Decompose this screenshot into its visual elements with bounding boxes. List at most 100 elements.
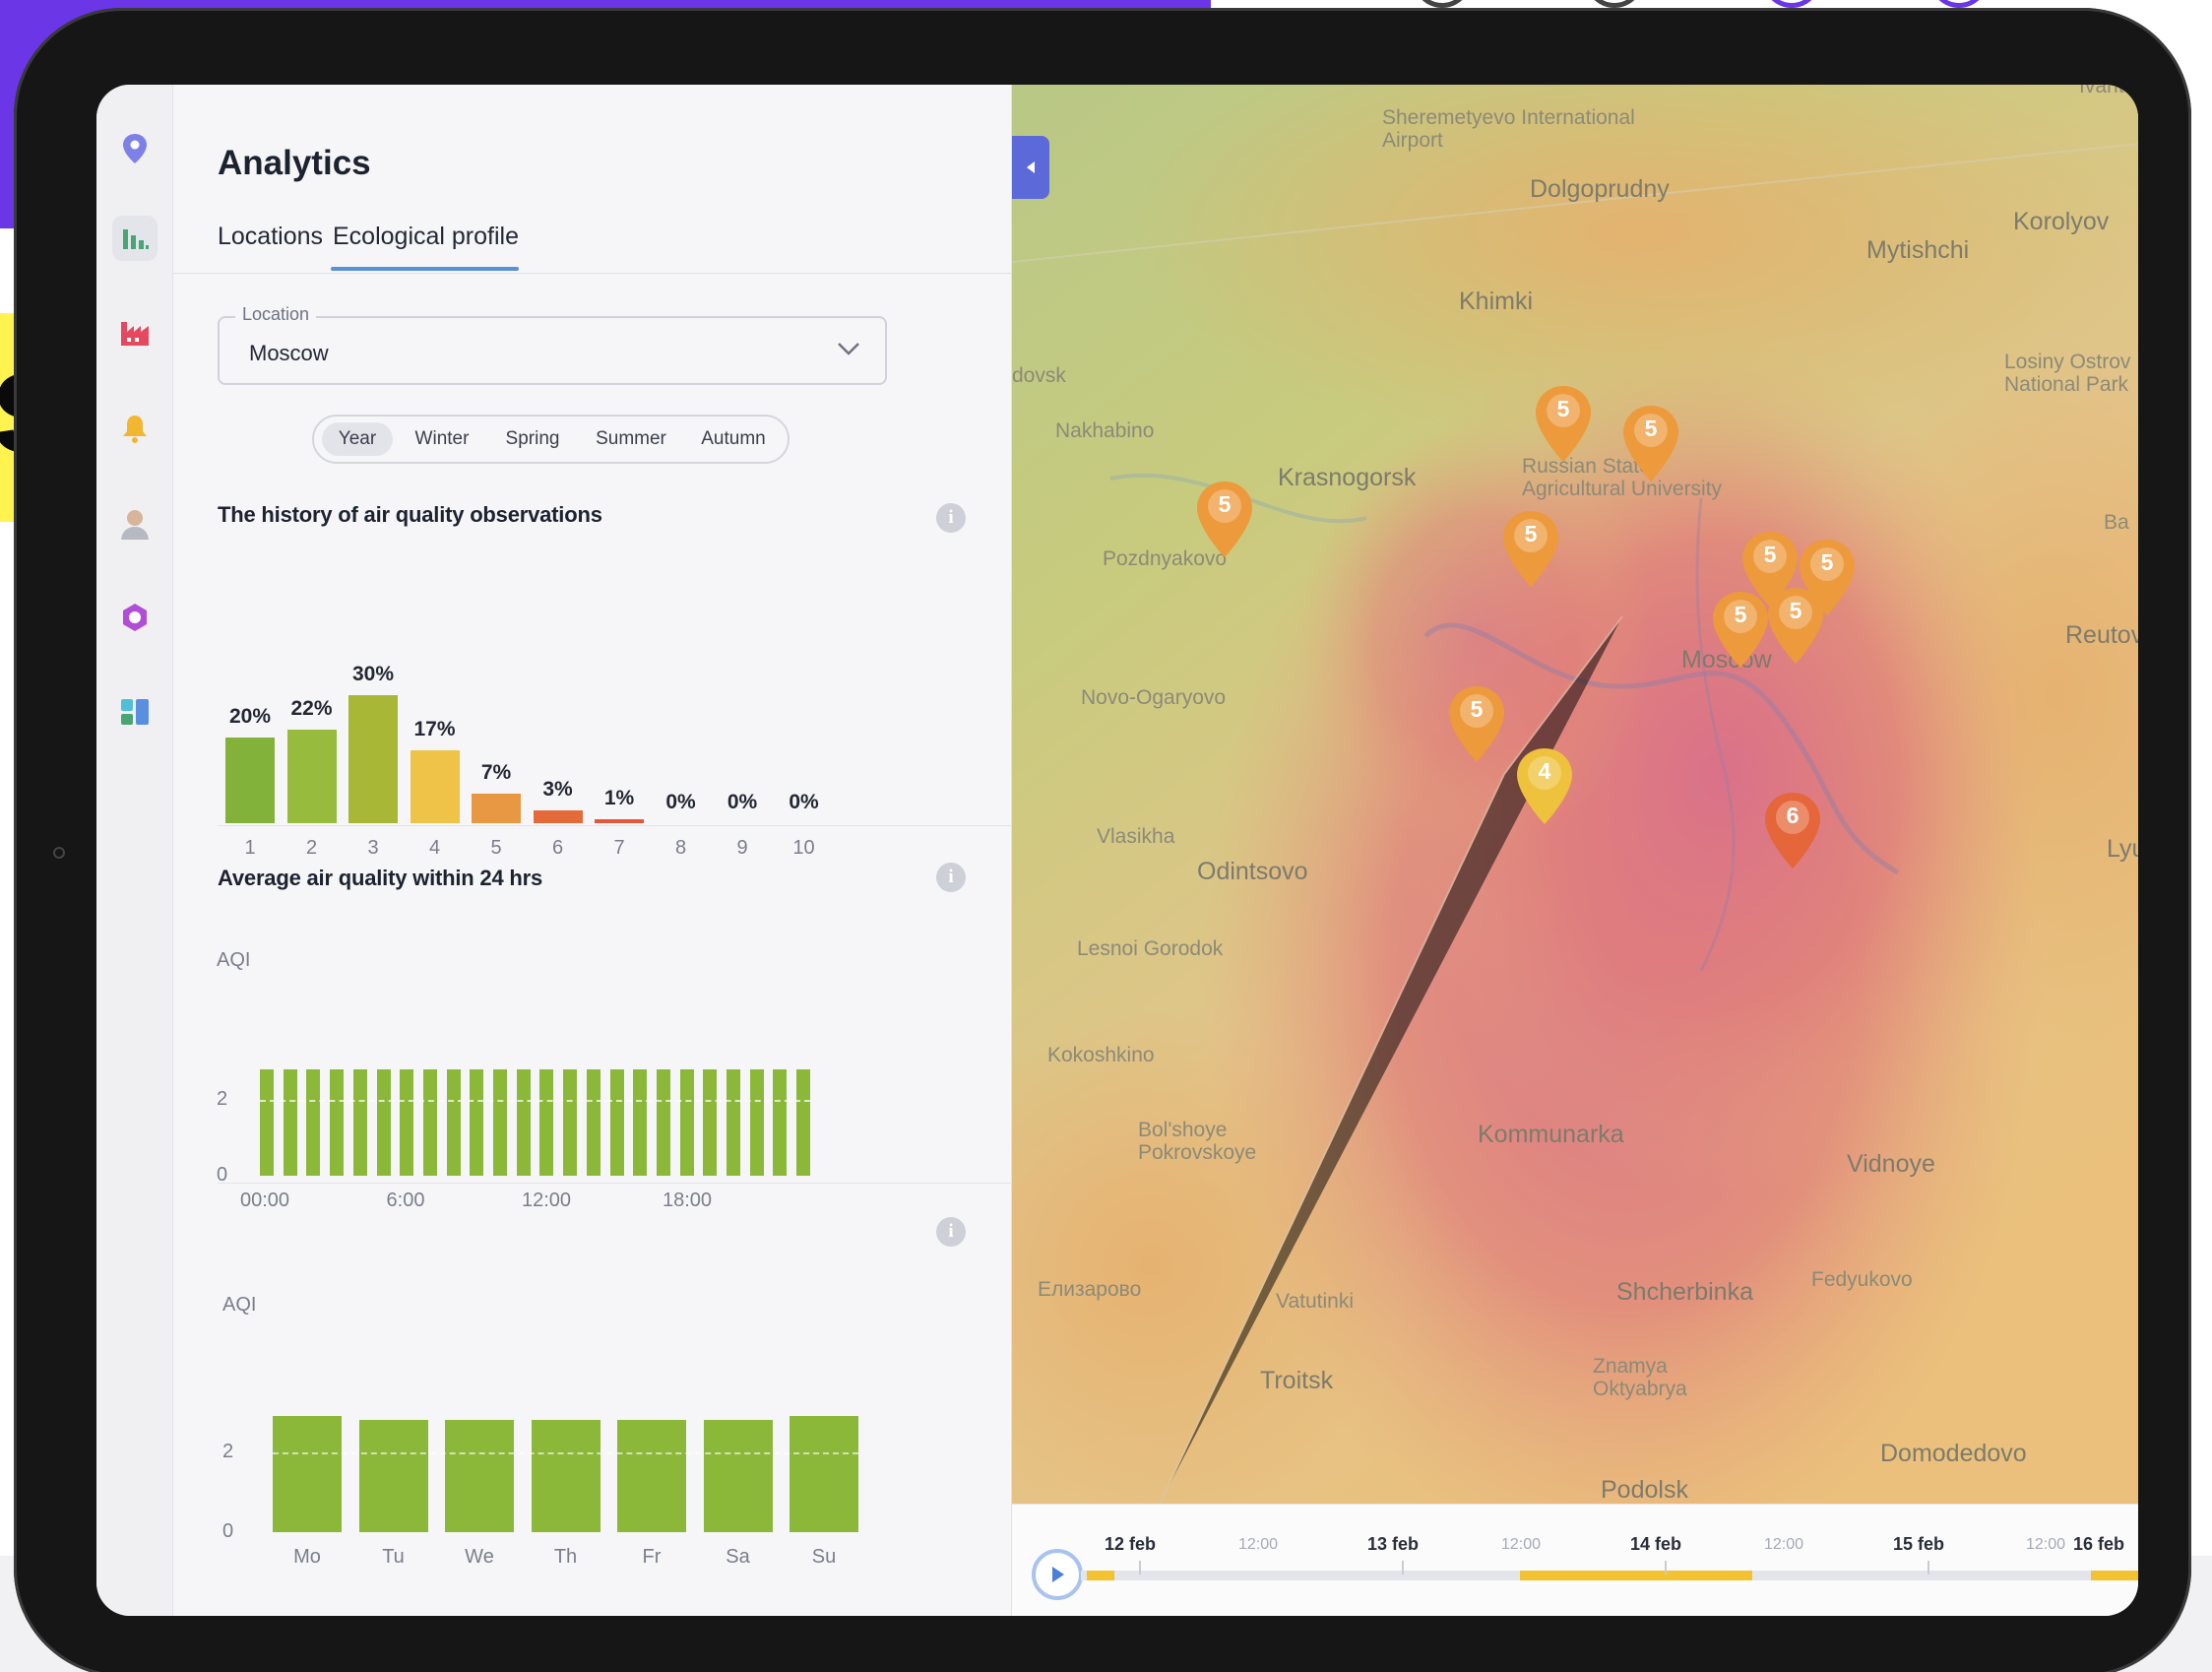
daily-bar [727,1069,740,1176]
map-marker-pin[interactable]: 5 [1444,683,1509,766]
analytics-panel: Analytics Locations Ecological profile L… [173,85,1012,1616]
timeline-day[interactable]: 14 feb [1630,1534,1681,1555]
tablet-frame: Analytics Locations Ecological profile L… [14,8,2191,1672]
weekly-x-tick: Fr [642,1546,662,1568]
map-marker-value: 5 [1820,549,1834,575]
history-bar-value: 1% [603,786,635,809]
user-icon[interactable] [112,501,158,547]
map-marker-pin[interactable]: 5 [1498,508,1563,591]
tab-ecological-profile[interactable]: Ecological profile [333,223,519,251]
map-place-label: Dolgoprudny [1530,175,1670,203]
decor-shape [1929,0,1989,8]
daily-bar [609,1069,624,1176]
history-x-tick: 2 [305,837,318,859]
history-x-tick: 6 [551,837,564,859]
daily-x-tick: 00:00 [239,1190,290,1211]
location-pin-icon[interactable] [112,126,158,171]
map-marker-pin[interactable]: 4 [1512,745,1577,828]
weekly-aqi-chart: AQI 0 2 Mo Tu We Th Fr Sa Su [173,1266,1012,1601]
season-autumn[interactable]: Autumn [686,422,781,456]
daily-bar [633,1069,648,1176]
heat-map[interactable]: Sheremetyevo International Airport Dolgop… [1012,85,2138,1616]
weekly-bar [703,1420,773,1532]
daily-bar [422,1069,437,1176]
map-marker-value: 5 [1524,521,1538,547]
settings-icon[interactable] [112,595,158,640]
timeline-time: 12:00 [1764,1536,1804,1553]
map-marker-value: 5 [1218,491,1232,517]
play-button[interactable] [1032,1549,1083,1600]
map-marker-pin[interactable]: 6 [1760,790,1825,872]
history-bar [595,818,644,823]
history-chart-title: The history of air quality observations [218,502,602,527]
map-marker-pin[interactable]: 5 [1763,585,1828,668]
weekly-x-tick: Th [553,1546,578,1568]
map-place-label: Domodedovo [1880,1440,2027,1467]
map-place-label: Fedyukovo [1811,1268,1913,1291]
history-x-tick: 3 [367,837,379,859]
dashboard-icon[interactable] [112,689,158,735]
factory-icon[interactable] [112,310,158,355]
map-place-label: Znamya Oktyabrya [1593,1355,1687,1401]
weekly-bar [445,1420,514,1532]
history-x-tick: 4 [428,837,441,859]
history-bar-value: 17% [413,718,456,741]
weekly-x-tick: Su [811,1546,837,1568]
analytics-icon[interactable] [112,216,158,261]
map-place-label: Odintsovo [1197,858,1308,885]
history-bar-value: 3% [542,778,573,801]
map-place-label: Vlasikha [1097,825,1175,848]
history-bar [410,750,460,823]
section-divider [218,825,1012,826]
weekly-threshold-line [273,1451,858,1454]
daily-bar [563,1069,578,1176]
map-marker-pin[interactable]: 5 [1531,383,1596,466]
weekly-x-tick: Mo [293,1546,321,1568]
map-place-label: Shcherbinka [1616,1278,1753,1306]
map-place-label: Reutov [2065,621,2138,649]
timeline-day[interactable]: 16 feb [2073,1534,2124,1555]
map-marker-pin[interactable]: 5 [1192,479,1257,561]
history-x-tick: 8 [674,837,687,859]
map-place-label: Bol'shoye Pokrovskoye [1138,1119,1257,1165]
history-x-tick: 10 [792,837,815,859]
weekly-bar [790,1416,858,1532]
location-select[interactable]: Location Moscow [218,304,887,385]
season-summer[interactable]: Summer [582,422,680,456]
daily-bar [330,1069,345,1176]
season-spring[interactable]: Spring [491,422,574,456]
history-bar-value: 0% [727,791,758,813]
map-place-label: Troitsk [1260,1367,1334,1394]
daily-bar [376,1069,391,1176]
map-marker-pin[interactable]: 5 [1618,403,1683,485]
decor-shape [1413,0,1472,8]
info-icon[interactable]: i [936,1217,966,1247]
season-segmented-control: Year Winter Spring Summer Autumn [312,415,790,464]
timeline-day[interactable]: 13 feb [1367,1534,1419,1555]
bell-icon[interactable] [112,406,158,451]
chevron-left-icon [1027,161,1035,173]
history-x-tick: 1 [244,837,256,859]
location-select-value: Moscow [249,341,329,365]
map-place-label: Ba [2104,511,2129,534]
nav-rail [96,85,173,1616]
info-icon[interactable]: i [936,863,966,892]
map-place-label: Kommunarka [1478,1121,1624,1148]
season-winter[interactable]: Winter [401,422,483,456]
timeline-time: 12:00 [1501,1536,1542,1553]
map-marker-value: 5 [1470,696,1484,722]
info-icon[interactable]: i [936,503,966,533]
map-place-label: Vatutinki [1276,1290,1354,1313]
map-place-label: dovsk [1012,364,1066,387]
season-year[interactable]: Year [322,422,393,456]
map-marker-value: 6 [1786,803,1800,828]
timeline-day[interactable]: 12 feb [1105,1534,1156,1555]
daily-bar [352,1069,367,1176]
weekly-x-tick: Tu [382,1546,405,1568]
decor-shape [1762,0,1821,8]
timeline-day[interactable]: 15 feb [1893,1534,1944,1555]
daily-aqi-chart: AQI 0 2 00:00 6:00 12:00 18:00 [173,922,1012,1237]
tab-locations[interactable]: Locations [218,223,323,251]
daily-y-label: AQI [217,949,251,971]
collapse-panel-button[interactable] [1012,136,1049,199]
